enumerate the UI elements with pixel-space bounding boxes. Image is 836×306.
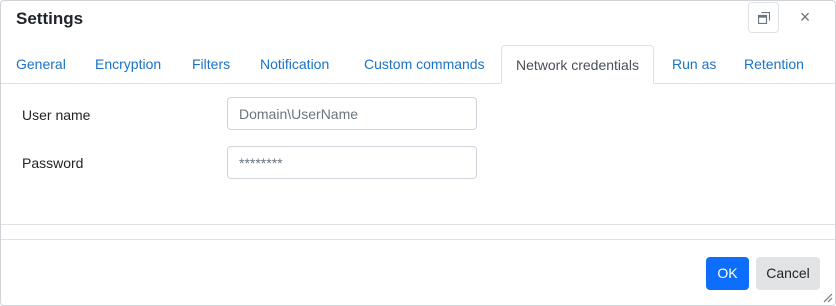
dialog-header: Settings × <box>1 1 835 37</box>
password-field[interactable] <box>227 146 477 179</box>
cancel-button[interactable]: Cancel <box>756 257 820 290</box>
settings-tabs: General Encryption Filters Notification … <box>1 45 835 84</box>
settings-dialog: Settings × General Encryption Filters No… <box>0 0 836 306</box>
network-credentials-panel: User name Password <box>1 83 835 225</box>
username-field[interactable] <box>227 97 477 130</box>
restore-window-icon <box>758 12 770 24</box>
tab-network-credentials[interactable]: Network credentials <box>501 45 654 84</box>
dialog-title: Settings <box>16 9 84 28</box>
username-label: User name <box>22 107 91 123</box>
password-label: Password <box>22 155 84 171</box>
ok-button[interactable]: OK <box>706 257 749 290</box>
tab-custom-commands[interactable]: Custom commands <box>364 45 485 83</box>
tab-notification[interactable]: Notification <box>260 45 329 83</box>
restore-window-button[interactable] <box>748 2 779 33</box>
close-icon: × <box>799 7 811 27</box>
tab-retention[interactable]: Retention <box>744 45 804 83</box>
tab-run-as[interactable]: Run as <box>672 45 716 83</box>
footer-divider <box>1 239 835 240</box>
tab-filters[interactable]: Filters <box>192 45 230 83</box>
tab-general[interactable]: General <box>16 45 66 83</box>
tab-encryption[interactable]: Encryption <box>95 45 161 83</box>
resize-grip-icon[interactable] <box>821 291 833 303</box>
close-button[interactable]: × <box>795 6 815 28</box>
